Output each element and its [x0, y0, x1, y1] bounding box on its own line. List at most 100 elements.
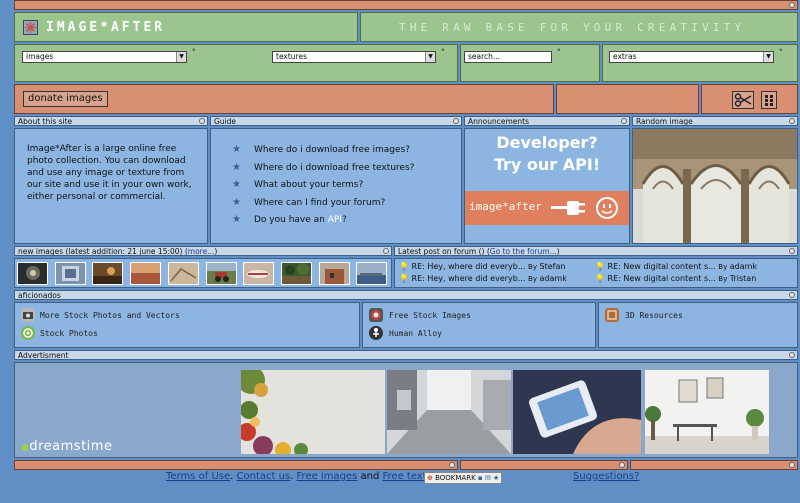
aficionados-panel-2: Free Stock Images Human Alloy [362, 302, 596, 348]
salmon-panel-mid [556, 84, 699, 114]
ad-image-food[interactable] [241, 370, 385, 454]
api-banner[interactable]: Developer? Try our API! image*after [464, 128, 630, 244]
extras-select-value: extras [613, 52, 637, 61]
footer-and: and [360, 471, 380, 482]
forum-post-subject[interactable]: RE: New digital content s... [608, 274, 716, 283]
api-banner-strip: image*after [465, 191, 629, 225]
star-icon: ★ [232, 144, 241, 155]
degree-mark: ° [441, 48, 445, 56]
logo-icon [23, 20, 38, 35]
thumbnail-image[interactable] [130, 262, 161, 285]
forum-post-user: Stefan [539, 262, 566, 271]
thumbnail-image[interactable] [55, 262, 86, 285]
bulb-icon: 💡 [399, 262, 409, 271]
aficionado-link[interactable]: 3D Resources [625, 311, 683, 320]
forum-post-subject[interactable]: RE: Hey, where did everyb... [412, 262, 526, 271]
forum-post[interactable]: 💡 RE: Hey, where did everyb... By Stefan [399, 262, 565, 271]
announcements-header: Announcements [464, 116, 630, 126]
thumbnail-image[interactable] [319, 262, 350, 285]
donate-button[interactable]: donate images [23, 91, 108, 107]
about-panel: Image*After is a large online free photo… [14, 128, 208, 244]
thumbnail-image[interactable] [17, 262, 48, 285]
api-banner-brand: image*after [469, 200, 542, 213]
guide-title: Guide [214, 117, 237, 126]
random-image[interactable] [632, 128, 798, 244]
api-banner-line1: Developer? [496, 133, 598, 152]
random-image-header: Random image [632, 116, 798, 126]
forum-post-by: By [528, 263, 537, 271]
guide-item[interactable]: ★ Where do i download free images? [232, 143, 461, 161]
header-dot-icon [199, 118, 205, 124]
search-placeholder: search... [468, 52, 501, 61]
degree-mark: ° [192, 48, 196, 56]
thumbnail-image[interactable] [206, 262, 237, 285]
aficionado-link[interactable]: Human Alloy [389, 329, 442, 338]
header-dot-icon [789, 292, 795, 298]
images-select[interactable]: images ▼ [22, 51, 187, 63]
thumbnail-image[interactable] [243, 262, 274, 285]
terms-link[interactable]: Terms of Use [166, 471, 230, 482]
star-icon: ★ [232, 214, 241, 225]
about-text: Image*After is a large online free photo… [27, 144, 192, 202]
thumbnail-image[interactable] [281, 262, 312, 285]
random-image-title: Random image [636, 117, 693, 126]
forum-header: Latest post on forum () (Go to the forum… [394, 246, 798, 256]
ad-image-kitchen[interactable] [387, 370, 511, 454]
api-link[interactable]: API [328, 215, 342, 225]
announcements-title: Announcements [468, 117, 529, 126]
ad-image-phone[interactable] [513, 370, 641, 454]
scissors-icon[interactable] [732, 91, 754, 109]
forum-panel: 💡 RE: Hey, where did everyb... By Stefan… [394, 258, 798, 288]
forum-link[interactable]: Go to the forum... [490, 247, 557, 255]
bottom-strip-left [14, 460, 458, 470]
forum-post-subject[interactable]: RE: Hey, where did everyb... [412, 274, 526, 283]
forum-post-user: adamk [729, 262, 758, 271]
logo-text[interactable]: IMAGE*AFTER [46, 20, 165, 35]
guide-list: ★ Where do i download free images? ★ Where… [232, 143, 461, 231]
suggestions-label: Suggestions? [573, 471, 640, 482]
guide-panel: ★ Where do i download free images? ★ Where… [210, 128, 462, 244]
guide-item[interactable]: ★ What about your terms? [232, 178, 461, 196]
forum-post-by: By [718, 275, 728, 283]
suggestions-link[interactable]: Suggestions? [573, 471, 639, 482]
free-images-link[interactable]: Free images [297, 471, 358, 482]
more-link[interactable]: more... [188, 247, 215, 255]
extras-select[interactable]: extras ▼ [609, 51, 774, 63]
guide-item[interactable]: ★ Where do i download free textures? [232, 161, 461, 179]
star-icon: ★ [232, 161, 241, 173]
forum-post[interactable]: 💡 RE: New digital content s... By Trista… [595, 274, 756, 283]
thumbnail-image[interactable] [168, 262, 199, 285]
star-icon: ★ [232, 179, 241, 190]
textures-select-value: textures [276, 52, 307, 61]
textures-select[interactable]: textures ▼ [272, 51, 436, 63]
thumbnail-image[interactable] [356, 262, 387, 285]
nav-panel-extras: extras ▼ ° [602, 44, 798, 82]
forum-post[interactable]: 💡 RE: New digital content s... By adamk [595, 262, 757, 271]
guide-item-label: What about your terms? [254, 180, 364, 190]
bulb-icon: 💡 [595, 262, 605, 271]
aficionado-link[interactable]: More Stock Photos and Vectors [40, 311, 180, 320]
guide-item[interactable]: ★ Where can I find your forum? [232, 196, 461, 214]
camera-icon [21, 308, 35, 322]
thumbnail-image[interactable] [92, 262, 123, 285]
aficionados-title: aficionados [18, 291, 61, 300]
aficionado-link[interactable]: Stock Photos [40, 329, 98, 338]
footer-separator: . [230, 471, 234, 482]
bookmark-button[interactable]: ⊕ BOOKMARK ▪ ✉ ★ [424, 472, 503, 484]
plus-icon: ⊕ [427, 474, 433, 482]
human-icon [369, 326, 383, 340]
forum-post[interactable]: 💡 RE: Hey, where did everyb... By adamk [399, 274, 567, 283]
dreamstime-logo[interactable]: ●dreamstime [21, 439, 112, 454]
contact-link[interactable]: Contact us [237, 471, 291, 482]
cube-icon [605, 308, 619, 322]
new-images-header: new images (latest addition: 21 june 15:… [14, 246, 392, 256]
forum-post-subject[interactable]: RE: New digital content s... [608, 262, 716, 271]
top-strip [14, 0, 798, 10]
search-input[interactable]: search... [464, 51, 552, 63]
aficionado-link[interactable]: Free Stock Images [389, 311, 471, 320]
footer-links: Terms of Use. Contact us. Free images an… [166, 471, 448, 482]
guide-item-label: Where do i download free textures? [254, 162, 415, 173]
grid-icon[interactable] [761, 91, 777, 109]
ad-image-room[interactable] [645, 370, 769, 454]
advertisment-header: Advertisment [14, 350, 798, 360]
